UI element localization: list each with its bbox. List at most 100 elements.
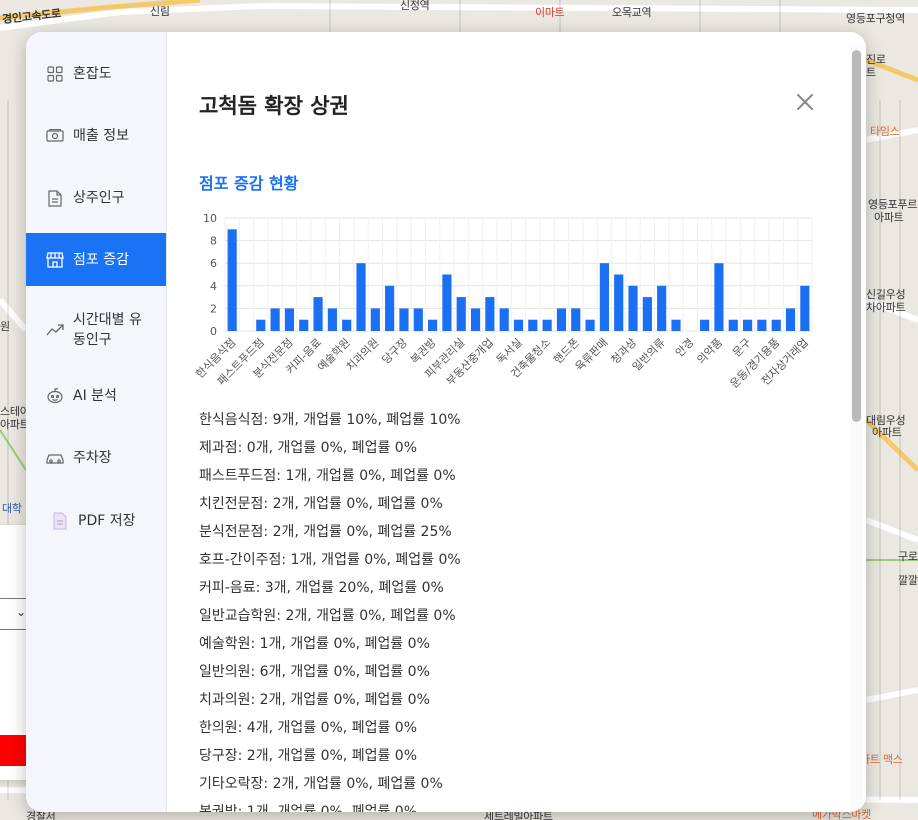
y-tick-label: 6: [210, 257, 217, 270]
bar[interactable]: [714, 263, 724, 331]
sidebar-item-sales[interactable]: 매출 정보: [26, 116, 166, 156]
bar[interactable]: [413, 308, 423, 331]
bar[interactable]: [327, 308, 337, 331]
close-icon: [797, 94, 813, 110]
bar[interactable]: [728, 319, 738, 331]
chevron-down-icon: ⌄: [15, 605, 26, 619]
stat-row: 일반의원: 6개, 개업률 0%, 폐업률 0%: [199, 664, 430, 680]
stat-row: 한식음식점: 9개, 개업률 10%, 폐업률 10%: [199, 412, 461, 428]
section-title: 점포 증감 현황: [199, 174, 299, 193]
store-stats-list: 한식음식점: 9개, 개업률 10%, 폐업률 10% 제과점: 0개, 개업률 …: [199, 406, 461, 812]
bar[interactable]: [571, 308, 581, 331]
close-button[interactable]: [793, 90, 817, 114]
stat-row: 치과의원: 2개, 개업률 0%, 폐업률 0%: [199, 692, 430, 708]
y-tick-label: 2: [210, 302, 217, 315]
store-change-bar-chart: 0246810한식음식점패스트푸드점분식전문점커피-음료예술학원치과의원당구장복…: [195, 212, 813, 391]
map-label: 영등포구청역: [846, 12, 905, 25]
sidebar-item-store-change[interactable]: 점포 증감: [26, 233, 166, 286]
bar[interactable]: [528, 319, 538, 331]
money-icon: [46, 127, 64, 145]
bar[interactable]: [385, 285, 395, 331]
map-label: 이마트: [535, 6, 565, 19]
sidebar-item-label: 매출 정보: [73, 128, 129, 144]
bar[interactable]: [256, 319, 266, 331]
bar[interactable]: [313, 297, 323, 331]
modal-title: 고척돔 확장 상권: [199, 94, 349, 118]
sidebar-item-ai-analysis[interactable]: AI 분석: [26, 376, 166, 416]
bar[interactable]: [270, 308, 280, 331]
x-tick-label: 안경: [673, 336, 697, 360]
bar[interactable]: [599, 263, 609, 331]
bar[interactable]: [456, 297, 466, 331]
stat-row: 복권방: 1개, 개업률 0%, 폐업률 0%: [199, 804, 417, 812]
bar[interactable]: [284, 308, 295, 331]
y-tick-label: 4: [210, 280, 217, 293]
bar[interactable]: [757, 319, 767, 331]
sidebar-item-pdf-save[interactable]: PDF 저장: [26, 501, 166, 541]
bar[interactable]: [470, 308, 481, 331]
map-label: 차아파트: [866, 301, 906, 314]
stat-row: 일반교습학원: 2개, 개업률 0%, 폐업률 0%: [199, 608, 456, 624]
map-label: 마트 맥스: [860, 753, 903, 766]
stat-row: 커피-음료: 3개, 개업률 20%, 폐업률 0%: [199, 580, 444, 596]
map-label: 대학: [2, 502, 22, 515]
x-tick-label: 문구: [730, 336, 754, 360]
sidebar-item-label: 주차장: [73, 450, 112, 466]
bar[interactable]: [513, 319, 524, 331]
bar[interactable]: [800, 285, 810, 331]
sidebar-item-label: 시간대별 유동인구: [73, 312, 142, 348]
trend-icon: [46, 321, 64, 339]
bar[interactable]: [742, 319, 753, 331]
bar[interactable]: [442, 274, 452, 332]
bar[interactable]: [542, 319, 552, 331]
modal-dialog: 혼잡도 매출 정보 상주인구 점포 증감 시간대별 유동인구 AI 분석 주차장…: [26, 32, 866, 812]
sidebar-item-population[interactable]: 상주인구: [26, 178, 166, 218]
bar[interactable]: [399, 308, 409, 331]
stat-row: 패스트푸드점: 1개, 개업률 0%, 폐업률 0%: [199, 468, 456, 484]
document-icon: [46, 189, 64, 207]
bar[interactable]: [356, 263, 366, 331]
bar[interactable]: [642, 297, 652, 331]
grid-icon: [46, 65, 64, 83]
modal-content: 고척돔 확장 상권 점포 증감 현황 0 2 4 6 8 10 한식음식점 패스트푸드점 분식전…: [167, 32, 866, 812]
bar[interactable]: [700, 319, 710, 331]
bar[interactable]: [628, 285, 638, 331]
bar[interactable]: [657, 285, 667, 331]
bar[interactable]: [370, 308, 380, 331]
stat-row: 제과점: 0개, 개업률 0%, 폐업률 0%: [199, 440, 417, 456]
store-icon: [46, 251, 64, 269]
x-tick-label: 의약품: [694, 335, 725, 366]
y-tick-label: 0: [210, 325, 217, 338]
sidebar-item-hourly-population[interactable]: 시간대별 유동인구: [26, 308, 166, 352]
sidebar-item-label: PDF 저장: [78, 513, 136, 529]
bar[interactable]: [785, 308, 796, 331]
scrollbar-thumb[interactable]: [852, 50, 861, 422]
car-icon: [46, 449, 64, 467]
bar[interactable]: [428, 319, 438, 331]
bar[interactable]: [771, 319, 781, 331]
bar[interactable]: [499, 308, 509, 331]
bar[interactable]: [299, 319, 309, 331]
sidebar-item-parking[interactable]: 주차장: [26, 438, 166, 478]
sidebar-item-label: 점포 증감: [73, 251, 129, 268]
bar[interactable]: [556, 308, 567, 331]
stat-row: 분식전문점: 2개, 개업률 0%, 폐업률 25%: [199, 524, 452, 540]
map-label: 타임스: [870, 125, 900, 138]
bar[interactable]: [342, 319, 352, 331]
stat-row: 치킨전문점: 2개, 개업률 0%, 폐업률 0%: [199, 496, 443, 512]
map-label: 깔깔: [898, 574, 918, 587]
robot-icon: [46, 387, 64, 405]
sidebar-item-label: 혼잡도: [73, 66, 112, 82]
stat-row: 호프-간이주점: 1개, 개업률 0%, 폐업률 0%: [199, 552, 461, 568]
bar[interactable]: [614, 274, 624, 332]
sidebar-item-congestion[interactable]: 혼잡도: [26, 54, 166, 94]
map-label: 트: [866, 66, 876, 79]
pdf-icon: [51, 512, 69, 530]
bar[interactable]: [671, 319, 681, 331]
bar[interactable]: [485, 297, 495, 331]
bar[interactable]: [585, 319, 595, 331]
bar[interactable]: [227, 229, 237, 331]
x-tick-label: 당구장: [379, 336, 410, 367]
stat-row: 한의원: 4개, 개업률 0%, 폐업률 0%: [199, 720, 417, 736]
stat-row: 당구장: 2개, 개업률 0%, 폐업률 0%: [199, 748, 417, 764]
